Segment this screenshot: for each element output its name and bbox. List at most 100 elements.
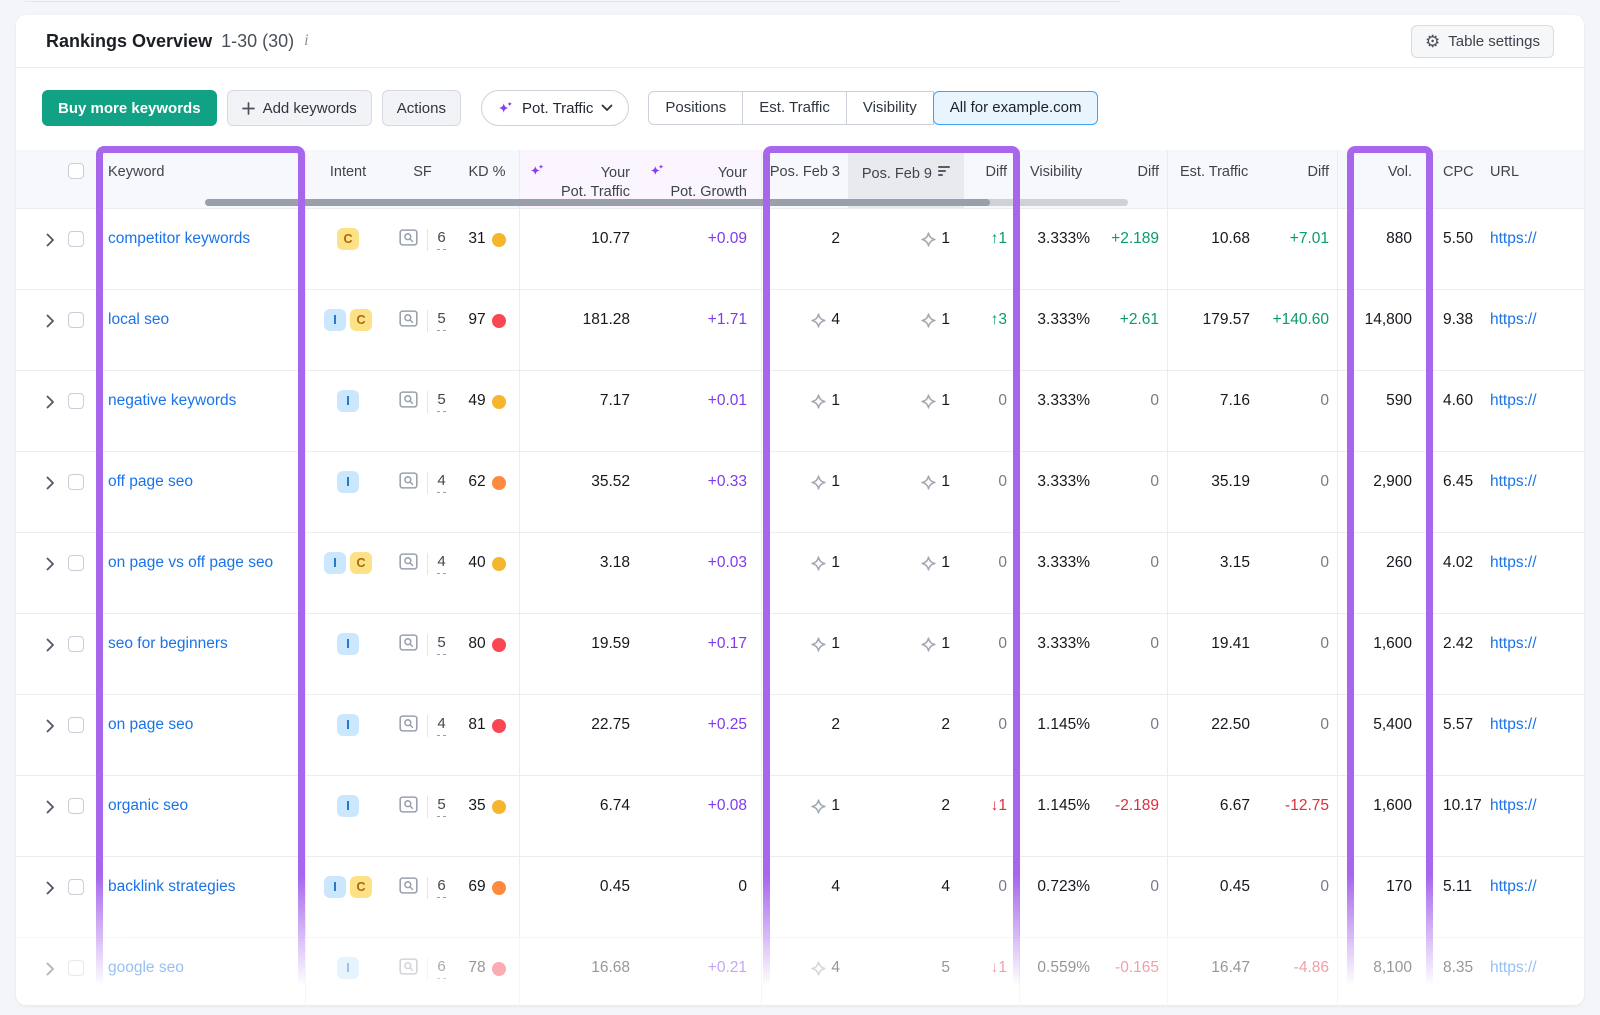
kd-cell: 81 <box>455 695 520 775</box>
result-url-link[interactable]: https:// <box>1490 797 1537 815</box>
column-header-est-traffic[interactable]: Est. Traffic <box>1168 150 1258 208</box>
intent-commercial-badge[interactable]: C <box>350 552 372 574</box>
result-url-link[interactable]: https:// <box>1490 392 1537 410</box>
chevron-right-icon[interactable] <box>46 719 55 733</box>
result-url-link[interactable]: https:// <box>1490 878 1537 896</box>
serp-features-icon[interactable] <box>399 229 418 246</box>
chevron-right-icon[interactable] <box>46 881 55 895</box>
serp-features-icon[interactable] <box>399 796 418 813</box>
select-all-checkbox[interactable] <box>68 163 84 179</box>
sf-count[interactable]: 4 <box>437 715 445 736</box>
row-checkbox[interactable] <box>68 474 84 490</box>
horizontal-scrollbar[interactable] <box>205 199 1128 206</box>
sf-count[interactable]: 6 <box>437 229 445 250</box>
column-header-vol[interactable]: Vol. <box>1338 150 1438 208</box>
est-traffic-diff-cell: 0 <box>1258 371 1338 451</box>
serp-features-icon[interactable] <box>399 553 418 570</box>
chevron-right-icon[interactable] <box>46 800 55 814</box>
result-url-link[interactable]: https:// <box>1490 635 1537 653</box>
intent-informational-badge[interactable]: I <box>324 552 346 574</box>
result-url-link[interactable]: https:// <box>1490 554 1537 572</box>
row-checkbox[interactable] <box>68 312 84 328</box>
table-settings-button[interactable]: Table settings <box>1411 25 1554 58</box>
result-url-link[interactable]: https:// <box>1490 311 1537 329</box>
chevron-right-icon[interactable] <box>46 557 55 571</box>
chevron-right-icon[interactable] <box>46 962 55 976</box>
sf-count[interactable]: 6 <box>437 877 445 898</box>
chevron-right-icon[interactable] <box>46 233 55 247</box>
segment-est-traffic[interactable]: Est. Traffic <box>742 91 847 125</box>
serp-features-icon[interactable] <box>399 391 418 408</box>
row-checkbox[interactable] <box>68 960 84 976</box>
visibility-diff-cell: 0 <box>1098 614 1168 694</box>
serp-features-icon[interactable] <box>399 310 418 327</box>
column-header-diff-est[interactable]: Diff <box>1258 150 1338 208</box>
sf-count[interactable]: 5 <box>437 391 445 412</box>
keyword-link[interactable]: local seo <box>108 311 169 329</box>
intent-informational-badge[interactable]: I <box>337 795 359 817</box>
row-checkbox[interactable] <box>68 555 84 571</box>
serp-features-icon[interactable] <box>399 958 418 975</box>
scrollbar-thumb[interactable] <box>205 199 990 206</box>
actions-button[interactable]: Actions <box>382 90 461 126</box>
sf-count[interactable]: 5 <box>437 796 445 817</box>
keyword-link[interactable]: organic seo <box>108 797 188 815</box>
row-checkbox[interactable] <box>68 393 84 409</box>
keyword-link[interactable]: seo for beginners <box>108 635 228 653</box>
pot-traffic-dropdown[interactable]: Pot. Traffic <box>481 90 629 126</box>
chevron-right-icon[interactable] <box>46 638 55 652</box>
intent-commercial-badge[interactable]: C <box>350 309 372 331</box>
intent-informational-badge[interactable]: I <box>337 714 359 736</box>
intent-commercial-badge[interactable]: C <box>337 228 359 250</box>
row-checkbox[interactable] <box>68 636 84 652</box>
serp-features-icon[interactable] <box>399 472 418 489</box>
row-checkbox[interactable] <box>68 231 84 247</box>
keyword-link[interactable]: competitor keywords <box>108 230 250 248</box>
pos-feb9-cell: 1 <box>848 614 964 694</box>
result-url-link[interactable]: https:// <box>1490 230 1537 248</box>
intent-informational-badge[interactable]: I <box>324 876 346 898</box>
intent-informational-badge[interactable]: I <box>337 471 359 493</box>
keyword-link[interactable]: on page vs off page seo <box>108 554 273 572</box>
column-header-cpc[interactable]: CPC <box>1438 150 1482 208</box>
serp-features-icon[interactable] <box>399 715 418 732</box>
chevron-right-icon[interactable] <box>46 395 55 409</box>
serp-feature-diamond-icon <box>811 394 826 409</box>
keyword-link[interactable]: backlink strategies <box>108 878 236 896</box>
segment-all-for-example[interactable]: All for example.com <box>933 91 1099 125</box>
row-checkbox[interactable] <box>68 879 84 895</box>
segment-visibility[interactable]: Visibility <box>846 91 934 125</box>
visibility-cell: 3.333% <box>1020 371 1098 451</box>
result-url-link[interactable]: https:// <box>1490 959 1537 977</box>
sf-count[interactable]: 5 <box>437 310 445 331</box>
add-keywords-button[interactable]: Add keywords <box>227 90 372 126</box>
column-header-url[interactable]: URL <box>1482 150 1584 208</box>
serp-features-icon[interactable] <box>399 634 418 651</box>
kd-dot <box>492 638 506 652</box>
pot-traffic-cell: 7.17 <box>520 371 640 451</box>
intent-informational-badge[interactable]: I <box>337 390 359 412</box>
serp-features-icon[interactable] <box>399 877 418 894</box>
keyword-link[interactable]: off page seo <box>108 473 193 491</box>
visibility-diff-cell: 0 <box>1098 452 1168 532</box>
buy-more-keywords-button[interactable]: Buy more keywords <box>42 90 217 126</box>
info-icon[interactable]: i <box>304 32 308 50</box>
segment-positions[interactable]: Positions <box>648 91 743 125</box>
sf-count[interactable]: 4 <box>437 472 445 493</box>
row-checkbox[interactable] <box>68 798 84 814</box>
sf-count[interactable]: 5 <box>437 634 445 655</box>
intent-commercial-badge[interactable]: C <box>350 876 372 898</box>
chevron-right-icon[interactable] <box>46 476 55 490</box>
result-url-link[interactable]: https:// <box>1490 473 1537 491</box>
intent-informational-badge[interactable]: I <box>337 957 359 979</box>
result-url-link[interactable]: https:// <box>1490 716 1537 734</box>
chevron-right-icon[interactable] <box>46 314 55 328</box>
keyword-link[interactable]: google seo <box>108 959 184 977</box>
sf-count[interactable]: 4 <box>437 553 445 574</box>
intent-informational-badge[interactable]: I <box>337 633 359 655</box>
keyword-link[interactable]: negative keywords <box>108 392 236 410</box>
row-checkbox[interactable] <box>68 717 84 733</box>
intent-informational-badge[interactable]: I <box>324 309 346 331</box>
keyword-link[interactable]: on page seo <box>108 716 193 734</box>
sf-count[interactable]: 6 <box>437 958 445 979</box>
